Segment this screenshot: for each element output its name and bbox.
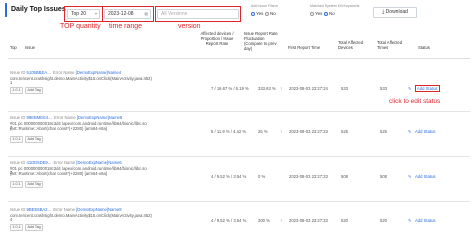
status-link[interactable]: Add Status: [415, 129, 436, 134]
total-times-value: 525: [380, 129, 387, 134]
arrow-up-icon: ↑: [280, 86, 283, 91]
edit-icon[interactable]: ✎: [408, 86, 411, 91]
error-name-label: Error Name: [53, 160, 76, 165]
page-title: Daily Top Issues: [5, 3, 66, 17]
matched-no-radio[interactable]: No: [324, 11, 335, 16]
issue-meta: Issue ID 41DD5DE9... Error Name [DemoExp…: [10, 160, 122, 165]
col-report-rate: Issue Report Rate Fluctuation (Compare t…: [244, 31, 278, 51]
download-label: Download: [385, 9, 408, 15]
error-name-link[interactable]: [DemoExpName]Name8: [76, 207, 121, 212]
add-filters-yes-radio[interactable]: Yes: [251, 11, 263, 16]
first-report-value: 2023-08-03 23:27:23: [289, 174, 328, 179]
issue-id-label: Issue ID: [10, 70, 26, 75]
edit-icon[interactable]: ✎: [408, 129, 411, 134]
error-name-link[interactable]: [DemoExpName]Name8: [77, 115, 122, 120]
error-name-label: Error Name: [52, 70, 75, 75]
tags: 1.0.1 Add Tag: [10, 181, 45, 188]
table-row[interactable]: 3 Issue ID 41DD5DE9... Error Name [DemoE…: [8, 157, 470, 202]
first-report-value: 2023-08-03 23:27:23: [289, 218, 328, 223]
status-link[interactable]: Add Status: [415, 85, 440, 92]
version-tag: 1.0.1: [10, 224, 23, 231]
version-highlight: [155, 6, 241, 22]
col-affected: Affected devices / Proportion / Issue Re…: [200, 31, 234, 46]
time-range-highlight: [102, 6, 154, 22]
report-rate-value: 0 %: [258, 174, 266, 179]
total-devices-value: 525: [341, 129, 348, 134]
status-link[interactable]: Add Status: [415, 174, 436, 179]
arrow-up-icon: ↑: [280, 218, 283, 223]
matched-keywords-label: Matched System Kill Keywords: [310, 4, 360, 8]
table-row[interactable]: 4 Issue ID 9BEE6BA2... Error Name [DemoE…: [8, 202, 470, 244]
version-tag: 1.0.1: [10, 87, 23, 94]
report-rate-value: 25 %: [258, 129, 268, 134]
affected-value: 4 / 9.52 % / 3.54 %: [211, 174, 247, 179]
error-name-link[interactable]: [DemoExpName]Name6: [76, 160, 121, 165]
col-status: Status: [418, 45, 430, 50]
annotation-version: version: [178, 23, 201, 30]
add-filters-no-radio[interactable]: No: [265, 11, 276, 16]
col-first-report: First Report Time: [288, 45, 321, 50]
error-name-label: Error Name: [53, 207, 75, 212]
issue-meta: Issue ID 9BEE6BA2... Error Name [DemoExp…: [10, 207, 122, 212]
table-row[interactable]: 2 Issue ID 98EBMEE4... Error Name [DemoE…: [8, 112, 470, 157]
annotation-click-to-edit: click to edit status: [389, 98, 441, 105]
stack-line-2: (art::Runtime::Abort(char const*)+2280) …: [10, 126, 107, 131]
issue-id-link[interactable]: 5105BBEA...: [27, 70, 51, 75]
issue-id-link[interactable]: 41DD5DE9...: [27, 160, 52, 165]
annotation-time-range: time range: [109, 23, 143, 30]
status-link[interactable]: Add Status: [415, 218, 436, 223]
total-devices-value: 533: [341, 86, 348, 91]
total-times-value: 520: [380, 218, 387, 223]
total-times-value: 508: [380, 174, 387, 179]
tags: 1.0.1 Add Tag: [10, 136, 45, 143]
total-devices-value: 508: [341, 174, 348, 179]
error-name-label: Error Name: [54, 115, 76, 120]
report-rate-value: 300 %: [258, 218, 270, 223]
arrow-up-icon: ↑: [280, 129, 283, 134]
matched-yes-radio[interactable]: Yes: [310, 11, 322, 16]
add-issue-filters-label: Add Issue Filters: [251, 4, 278, 8]
affected-value: 7 / 16.67 % / 6.19 %: [211, 86, 249, 91]
issue-meta: Issue ID 98EBMEE4... Error Name [DemoExp…: [10, 115, 122, 120]
issue-meta: Issue ID 5105BBEA... Error Name [DemoExp…: [10, 70, 121, 75]
stack-line-1: com.tencent.crashsight.demo.MainActivity…: [10, 76, 152, 81]
download-button[interactable]: ⤓ Download: [373, 7, 417, 18]
toolbar: Daily Top Issues Top 20 ▾ 2023-12-08 ▦ A…: [0, 0, 474, 24]
issue-id-label: Issue ID: [10, 160, 26, 165]
affected-value: 4 / 9.52 % / 3.54 %: [211, 218, 247, 223]
add-tag-button[interactable]: Add Tag: [25, 224, 44, 231]
add-tag-button[interactable]: Add Tag: [25, 87, 44, 94]
tags: 1.0.1 Add Tag: [10, 224, 45, 231]
edit-icon[interactable]: ✎: [408, 218, 411, 223]
col-issue: Issue: [25, 45, 36, 50]
download-icon: ⤓: [382, 9, 385, 15]
col-total-devices: Total Affected Devices: [338, 40, 364, 50]
col-top: Top: [10, 45, 17, 50]
version-tag: 1.0.1: [10, 181, 23, 188]
edit-icon[interactable]: ✎: [408, 174, 411, 179]
issue-id-link[interactable]: 98EBMEE4...: [27, 115, 52, 120]
issue-id-label: Issue ID: [10, 115, 26, 120]
top-quantity-highlight: [64, 6, 103, 22]
stack-line-2: (art::Runtime::Abort(char const*)+2280) …: [10, 171, 107, 176]
tags: 1.0.1 Add Tag: [10, 87, 45, 94]
total-devices-value: 520: [341, 218, 348, 223]
issue-id-link[interactable]: 9BEE6BA2...: [27, 207, 51, 212]
stack-line-1: com.tencent.crashsight.demo.MainActivity…: [10, 213, 152, 218]
add-tag-button[interactable]: Add Tag: [25, 136, 44, 143]
table-header: Top Issue Affected devices / Proportion …: [8, 31, 470, 59]
version-tag: 1.0.1: [10, 136, 23, 143]
total-times-value: 533: [380, 86, 387, 91]
annotation-top-quantity: TOP quantity: [60, 23, 101, 30]
col-total-times: Total Affected Times: [377, 40, 403, 50]
add-tag-button[interactable]: Add Tag: [25, 181, 44, 188]
report-rate-value: 333.63 %: [258, 86, 276, 91]
issue-id-label: Issue ID: [10, 207, 26, 212]
affected-value: 5 / 11.9 % / 4.42 %: [211, 129, 247, 134]
first-report-value: 2023-08-03 23:27:24: [289, 86, 328, 91]
error-name-link[interactable]: [DemoExpName]Name4: [76, 70, 121, 75]
first-report-value: 2023-08-03 23:27:23: [289, 129, 328, 134]
